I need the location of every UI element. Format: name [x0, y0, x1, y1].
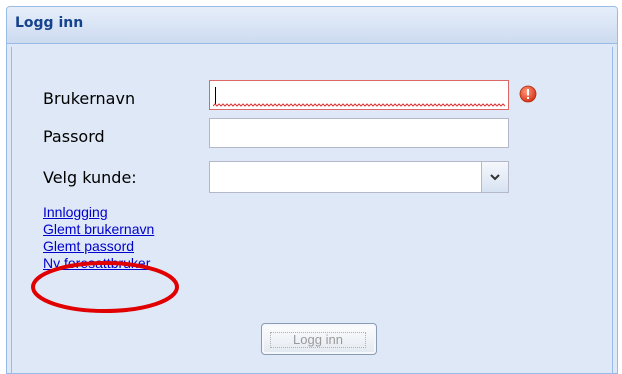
- new-parent-user-link[interactable]: Ny foresattbruker: [43, 255, 154, 272]
- text-caret: [215, 87, 216, 104]
- customer-dropdown-trigger[interactable]: [481, 162, 508, 192]
- customer-label: Velg kunde:: [43, 168, 137, 187]
- password-field[interactable]: [209, 118, 509, 148]
- chevron-down-icon: [490, 174, 500, 181]
- username-field[interactable]: [209, 80, 509, 110]
- login-help-link[interactable]: Innlogging: [43, 204, 154, 221]
- forgot-password-link[interactable]: Glemt passord: [43, 238, 154, 255]
- error-icon: [519, 85, 537, 103]
- password-label: Passord: [43, 127, 105, 146]
- invalid-underline: [213, 103, 505, 107]
- login-window: Logg inn Brukernavn Passord Velg kunde: …: [6, 6, 618, 374]
- login-button-label: Logg inn: [270, 332, 366, 348]
- forgot-username-link[interactable]: Glemt brukernavn: [43, 221, 154, 238]
- username-label: Brukernavn: [43, 89, 136, 108]
- window-header: Logg inn: [7, 7, 617, 44]
- login-button[interactable]: Logg inn: [261, 323, 377, 355]
- help-links: Innlogging Glemt brukernavn Glemt passor…: [43, 204, 154, 272]
- window-title: Logg inn: [15, 15, 84, 31]
- customer-select[interactable]: [209, 161, 509, 193]
